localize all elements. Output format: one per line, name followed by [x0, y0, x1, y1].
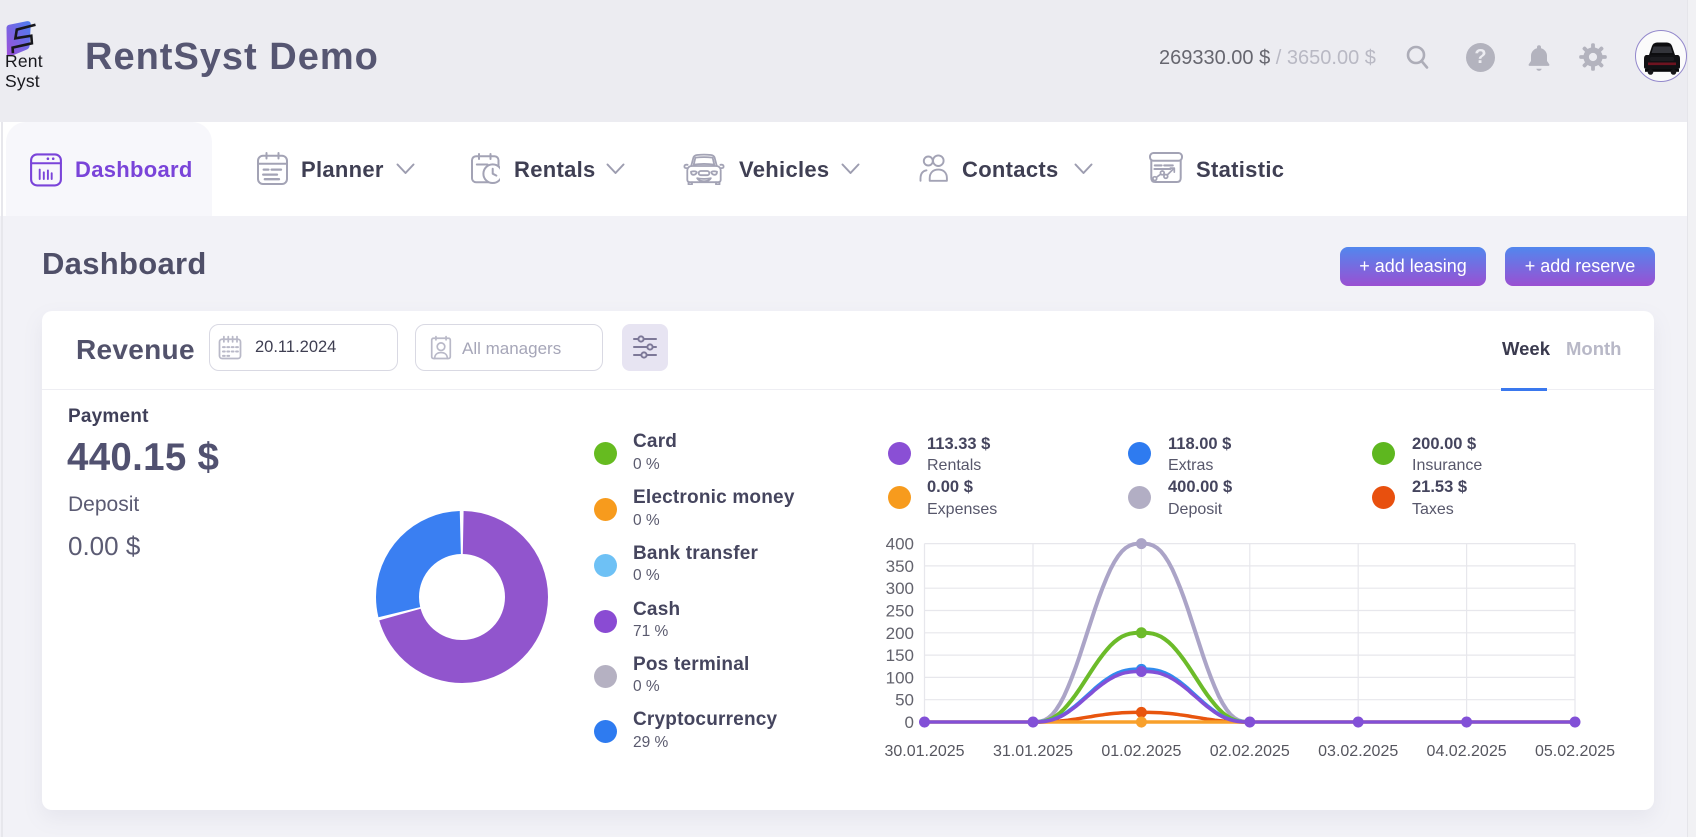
svg-text:100: 100	[886, 668, 914, 687]
svg-text:03.02.2025: 03.02.2025	[1318, 743, 1398, 760]
svg-text:05.02.2025: 05.02.2025	[1535, 743, 1615, 760]
svg-text:350: 350	[886, 557, 914, 576]
svg-text:02.02.2025: 02.02.2025	[1210, 743, 1290, 760]
svg-text:04.02.2025: 04.02.2025	[1427, 743, 1507, 760]
svg-text:300: 300	[886, 579, 914, 598]
svg-text:01.02.2025: 01.02.2025	[1101, 743, 1181, 760]
svg-text:0: 0	[905, 713, 914, 732]
svg-text:200: 200	[886, 624, 914, 643]
svg-text:400: 400	[886, 535, 914, 554]
svg-text:50: 50	[895, 691, 914, 710]
svg-text:150: 150	[886, 646, 914, 665]
svg-text:31.01.2025: 31.01.2025	[993, 743, 1073, 760]
svg-text:30.01.2025: 30.01.2025	[884, 743, 964, 760]
svg-text:250: 250	[886, 602, 914, 621]
